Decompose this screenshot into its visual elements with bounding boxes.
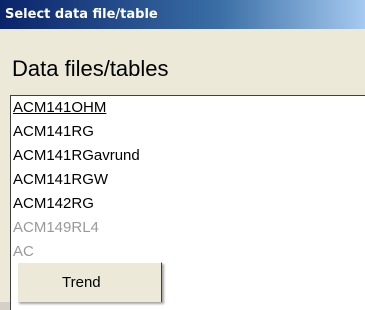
list-item[interactable]: ACM141RGavrund	[11, 144, 365, 168]
list-item[interactable]: ACM149RL4	[11, 216, 365, 240]
list-header: Data files/tables	[12, 56, 169, 81]
window-title: Select data file/table	[5, 7, 158, 22]
list-item[interactable]: ACM141RG	[11, 120, 365, 144]
list-item[interactable]: ACM141RGW	[11, 168, 365, 192]
context-menu: Trend	[17, 262, 162, 302]
list-item[interactable]: ACM142RG	[11, 192, 365, 216]
window-title-bar[interactable]: Select data file/table	[0, 0, 365, 29]
list-item[interactable]: AC	[11, 240, 365, 264]
menu-item-trend[interactable]: Trend	[62, 274, 101, 291]
list-item[interactable]: ACM141OHM	[11, 96, 365, 120]
